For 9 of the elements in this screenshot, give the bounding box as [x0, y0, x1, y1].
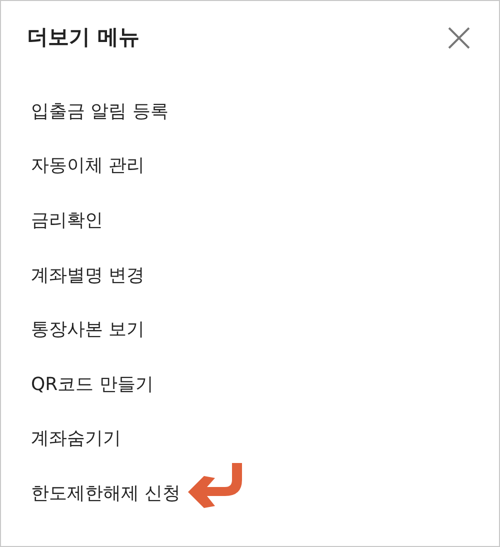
menu-item[interactable]: 금리확인 — [31, 206, 103, 234]
menu-item[interactable]: QR코드 만들기 — [31, 370, 154, 398]
menu-item[interactable]: 입출금 알림 등록 — [31, 98, 168, 125]
menu-item[interactable]: 계좌숨기기 — [31, 425, 121, 452]
menu-item[interactable]: 계좌별명 변경 — [31, 262, 145, 289]
menu-item[interactable]: 자동이체 관리 — [31, 152, 145, 180]
menu-item[interactable]: 한도제한해제 신청 — [31, 480, 181, 507]
menu-title: 더보기 메뉴 — [27, 24, 140, 52]
menu-item[interactable]: 통장사본 보기 — [31, 316, 145, 344]
